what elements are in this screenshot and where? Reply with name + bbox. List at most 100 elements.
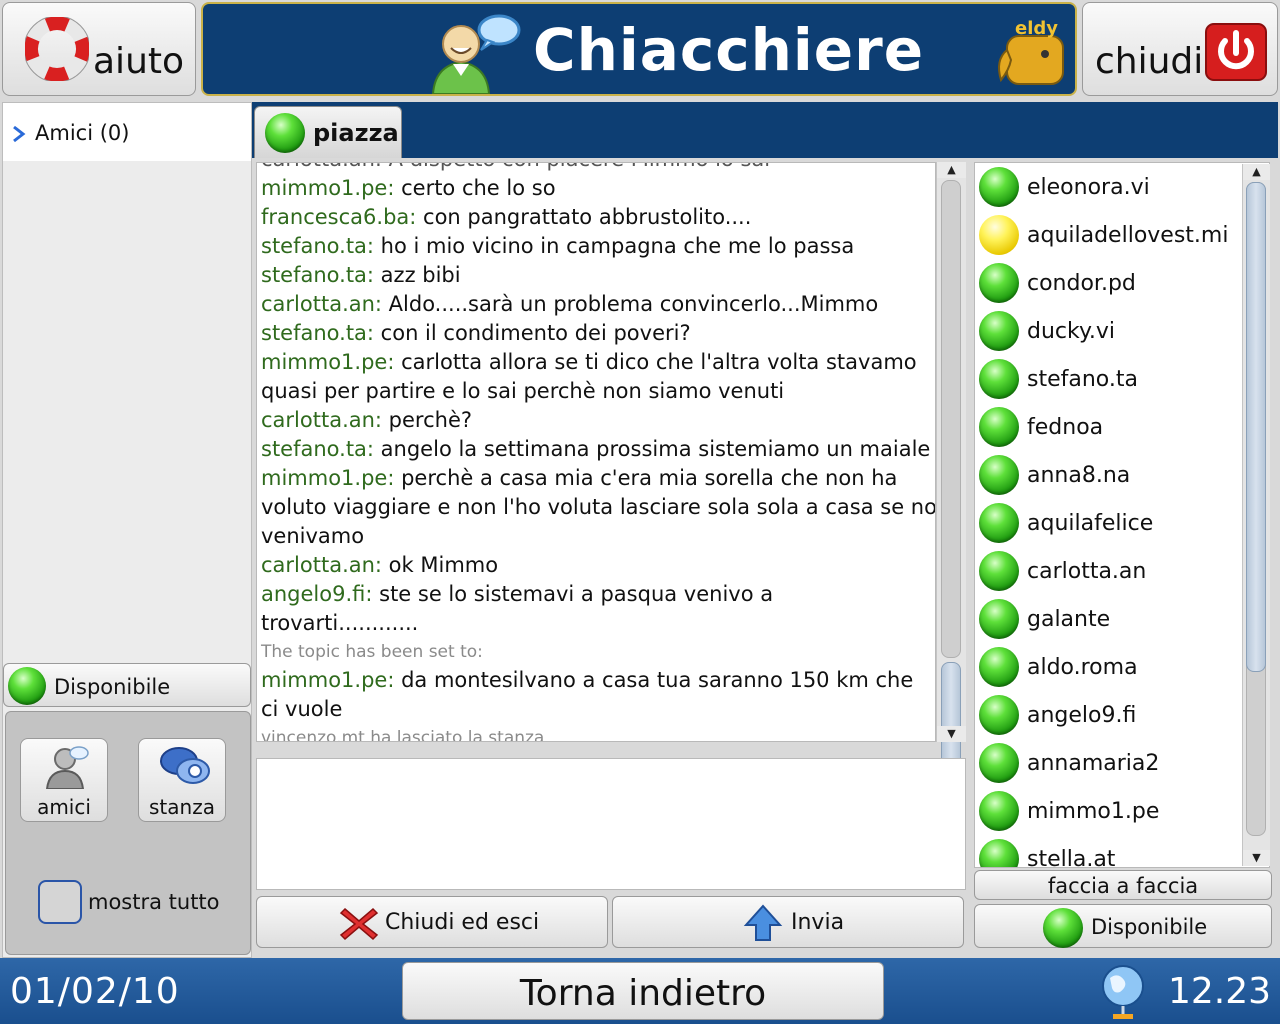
user-name: eleonora.vi <box>1027 175 1150 200</box>
user-scroll-thumb[interactable] <box>1246 182 1266 672</box>
chat-message: angelo9.fi: ste se lo sistemavi a pasqua… <box>261 580 935 638</box>
user-status-icon <box>979 215 1019 255</box>
status-label: Disponibile <box>54 675 171 699</box>
status-available-icon <box>8 667 46 705</box>
user-list-item[interactable]: anna8.na <box>977 453 1239 501</box>
send-label: Invia <box>791 910 845 935</box>
room-button[interactable]: stanza <box>138 738 226 822</box>
user-list-item[interactable]: eleonora.vi <box>977 165 1239 213</box>
close-label: chiudi <box>1095 41 1204 82</box>
show-all-checkbox[interactable] <box>38 880 82 924</box>
user-status-icon <box>979 743 1019 783</box>
tab-label: piazza <box>313 119 399 147</box>
user-status-icon <box>979 359 1019 399</box>
user-list-item[interactable]: ducky.vi <box>977 309 1239 357</box>
tools-box: amici stanza mostra tutto <box>5 711 251 955</box>
status-selector[interactable]: Disponibile <box>3 663 251 707</box>
time-display: 12.23 <box>1168 971 1272 1012</box>
chat-user-icon <box>431 14 521 94</box>
room-chat-icon <box>160 747 210 784</box>
message-nick: carlotta.an: <box>261 553 382 577</box>
message-nick: carlotta.an: <box>261 292 382 316</box>
room-tab-bar: piazza <box>252 102 1278 158</box>
user-list-item[interactable]: stella.at <box>977 837 1239 867</box>
message-nick: stefano.ta: <box>261 437 374 461</box>
user-name: aldo.roma <box>1027 655 1138 680</box>
help-label: aiuto <box>93 41 185 82</box>
message-nick: mimmo1.pe: <box>261 176 395 200</box>
chat-message: stefano.ta: con il condimento dei poveri… <box>261 319 935 348</box>
title-panel: Chiacchiere eldy <box>201 2 1077 96</box>
face-to-face-button[interactable]: faccia a faccia <box>974 870 1272 900</box>
user-list-item[interactable]: carlotta.an <box>977 549 1239 597</box>
user-list-scrollbar[interactable]: ▲ ▼ <box>1242 164 1270 866</box>
face-to-face-label: faccia a faccia <box>1047 874 1199 898</box>
chat-scrollbar[interactable]: ▲ ▼ <box>936 162 966 888</box>
chat-message: carlotta.an: ok Mimmo <box>261 551 935 580</box>
show-all-label: mostra tutto <box>88 890 220 914</box>
close-and-exit-button[interactable]: Chiudi ed esci <box>256 896 608 948</box>
message-text: con il condimento dei poveri? <box>374 321 691 345</box>
chat-message: mimmo1.pe: carlotta allora se ti dico ch… <box>261 348 935 406</box>
globe-network-icon <box>1102 965 1144 1019</box>
friends-group[interactable]: Amici (0) <box>3 103 251 161</box>
close-x-icon <box>339 907 379 941</box>
chat-message: stefano.ta: angelo la settimana prossima… <box>261 435 935 464</box>
user-list-item[interactable]: mimmo1.pe <box>977 789 1239 837</box>
chat-message: mimmo1.pe: perchè a casa mia c'era mia s… <box>261 464 935 551</box>
send-arrow-icon <box>743 904 783 941</box>
user-list-item[interactable]: fednoa <box>977 405 1239 453</box>
scroll-down-icon[interactable]: ▼ <box>937 726 966 742</box>
user-name: galante <box>1027 607 1111 632</box>
message-nick: stefano.ta: <box>261 321 374 345</box>
message-text: Aldo.....sarà un problema convincerlo...… <box>382 292 879 316</box>
user-name: fednoa <box>1027 415 1104 440</box>
help-button[interactable]: aiuto <box>2 2 196 96</box>
power-icon <box>1205 23 1267 81</box>
back-label: Torna indietro <box>519 973 767 1014</box>
friends-icon <box>45 746 89 789</box>
status-label: Disponibile <box>1091 915 1208 939</box>
tab-piazza[interactable]: piazza <box>254 106 402 158</box>
user-list-item[interactable]: angelo9.fi <box>977 693 1239 741</box>
user-name: carlotta.an <box>1027 559 1147 584</box>
user-list-item[interactable]: aldo.roma <box>977 645 1239 693</box>
user-status-icon <box>979 503 1019 543</box>
chat-message: francesca6.ba: con pangrattato abbrustol… <box>261 203 935 232</box>
chat-message: mimmo1.pe: certo che lo so <box>261 174 935 203</box>
chat-messages: carlotta.an: A dispetto con piacere Mimm… <box>261 163 935 741</box>
message-text: ok Mimmo <box>382 553 499 577</box>
user-list-item[interactable]: aquiladellovest.mi <box>977 213 1239 261</box>
message-text: perchè? <box>382 408 473 432</box>
back-button[interactable]: Torna indietro <box>402 962 884 1020</box>
user-list-item[interactable]: annamaria2 <box>977 741 1239 789</box>
user-name: anna8.na <box>1027 463 1131 488</box>
user-list-item[interactable]: stefano.ta <box>977 357 1239 405</box>
chat-log[interactable]: carlotta.an: A dispetto con piacere Mimm… <box>256 162 936 742</box>
message-nick: angelo9.fi: <box>261 582 373 606</box>
user-status-icon <box>979 263 1019 303</box>
status-selector-right[interactable]: Disponibile <box>974 904 1272 948</box>
friends-label: Amici (0) <box>35 121 130 145</box>
user-status-icon <box>979 455 1019 495</box>
user-status-icon <box>979 647 1019 687</box>
scroll-up-icon[interactable]: ▲ <box>1243 164 1270 180</box>
send-button[interactable]: Invia <box>612 896 964 948</box>
message-input[interactable] <box>256 758 966 890</box>
chat-scroll-track <box>941 180 961 658</box>
friends-panel: Amici (0) Disponibile amici stanza mostr… <box>2 102 252 958</box>
user-list-item[interactable]: galante <box>977 597 1239 645</box>
room-status-icon <box>265 113 305 153</box>
friends-button[interactable]: amici <box>20 738 108 822</box>
chat-message-partial: carlotta.an: A dispetto con piacere Mimm… <box>261 163 935 174</box>
message-nick: mimmo1.pe: <box>261 350 395 374</box>
user-list-item[interactable]: aquilafelice <box>977 501 1239 549</box>
user-list-item[interactable]: condor.pd <box>977 261 1239 309</box>
lifebuoy-icon <box>25 17 89 81</box>
date-display: 01/02/10 <box>10 971 180 1012</box>
chevron-right-icon <box>13 125 26 143</box>
scroll-up-icon[interactable]: ▲ <box>937 162 966 178</box>
close-button[interactable]: chiudi <box>1082 2 1278 96</box>
scroll-down-icon[interactable]: ▼ <box>1243 850 1270 866</box>
user-list[interactable]: eleonora.vi aquiladellovest.mi condor.pd du… <box>974 162 1270 868</box>
